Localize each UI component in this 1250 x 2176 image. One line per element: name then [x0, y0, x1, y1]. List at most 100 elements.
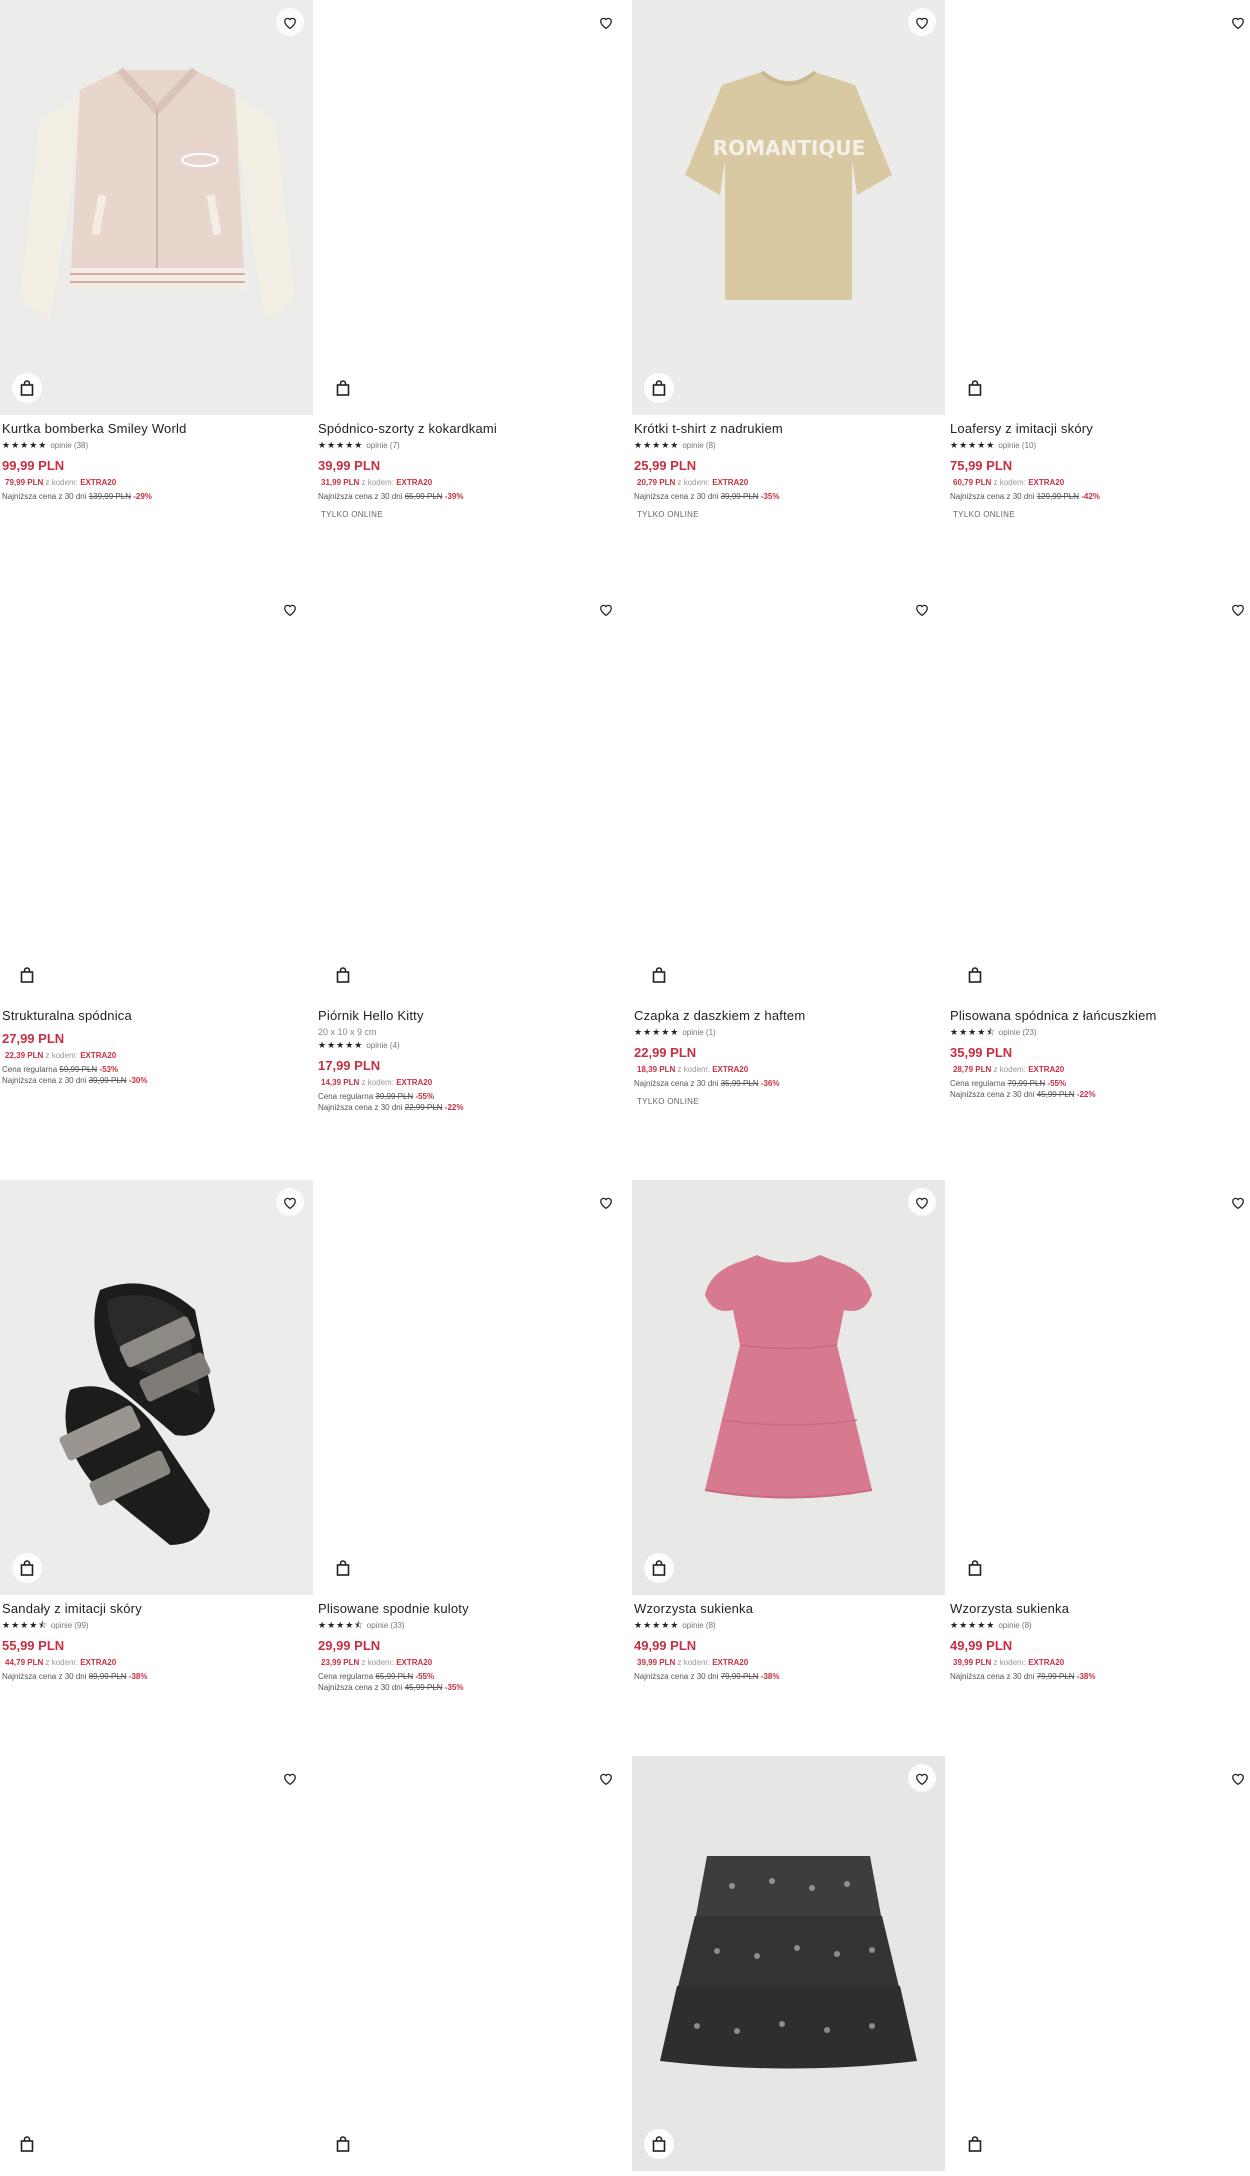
product-image[interactable] — [0, 587, 313, 1002]
svg-text:ROMANTIQUE: ROMANTIQUE — [713, 136, 866, 160]
shopping-bag-icon[interactable] — [328, 373, 358, 403]
heart-icon[interactable] — [592, 1764, 620, 1792]
product-image[interactable] — [948, 1180, 1250, 1595]
stars-icon: ★★★★⯪ — [950, 1026, 996, 1037]
product-name[interactable]: Plisowane spodnie kuloty — [318, 1601, 627, 1617]
product-name[interactable]: Krótki t-shirt z nadrukiem — [634, 421, 943, 437]
sandals-image — [0, 1180, 313, 1595]
lowest-price: Najniższa cena z 30 dni 22,99 PLN -22% — [318, 1103, 464, 1112]
product-name[interactable]: Piórnik Hello Kitty — [318, 1008, 627, 1024]
shopping-bag-icon[interactable] — [12, 960, 42, 990]
shopping-bag-icon[interactable] — [644, 1553, 674, 1583]
heart-icon[interactable] — [592, 1188, 620, 1216]
product-image[interactable] — [316, 587, 629, 1002]
shopping-bag-icon[interactable] — [328, 2129, 358, 2159]
product-image[interactable] — [948, 0, 1250, 415]
product-name[interactable]: Loafersy z imitacji skóry — [950, 421, 1250, 437]
product-card[interactable]: Strukturalna spódnica 27,99 PLN 22,39 PL… — [0, 587, 313, 1085]
lowest-price: Najniższa cena z 30 dni 45,99 PLN -35% — [318, 1683, 464, 1692]
shopping-bag-icon[interactable] — [12, 373, 42, 403]
review-count: opinie (23) — [998, 1028, 1037, 1037]
product-name[interactable]: Wzorzysta sukienka — [634, 1601, 943, 1617]
heart-icon[interactable] — [276, 1764, 304, 1792]
heart-icon[interactable] — [908, 1188, 936, 1216]
bomber-jacket-image — [0, 0, 313, 415]
shopping-bag-icon[interactable] — [328, 1553, 358, 1583]
stars-icon: ★★★★★ — [318, 1040, 364, 1050]
product-image[interactable] — [0, 1180, 313, 1595]
product-card[interactable] — [316, 1756, 629, 2171]
shopping-bag-icon[interactable] — [328, 960, 358, 990]
shopping-bag-icon[interactable] — [960, 2129, 990, 2159]
shopping-bag-icon[interactable] — [960, 1553, 990, 1583]
product-card[interactable]: Piórnik Hello Kitty 20 x 10 x 9 cm ★★★★★… — [316, 587, 629, 1112]
heart-icon[interactable] — [276, 8, 304, 36]
shopping-bag-icon[interactable] — [644, 2129, 674, 2159]
product-card[interactable]: Kurtka bomberka Smiley World ★★★★★ opinie… — [0, 0, 313, 501]
product-name[interactable]: Wzorzysta sukienka — [950, 1601, 1250, 1617]
heart-icon[interactable] — [276, 595, 304, 623]
shopping-bag-icon[interactable] — [644, 960, 674, 990]
review-count: opinie (38) — [50, 441, 89, 450]
heart-icon[interactable] — [908, 595, 936, 623]
product-image[interactable] — [632, 587, 945, 1002]
product-image[interactable] — [632, 1756, 945, 2171]
heart-icon[interactable] — [908, 1764, 936, 1792]
product-card[interactable]: Sandały z imitacji skóry ★★★★⯪ opinie (99… — [0, 1180, 313, 1681]
product-card[interactable]: Czapka z daszkiem z haftem ★★★★★ opinie (… — [632, 587, 945, 1106]
product-card[interactable]: Loafersy z imitacji skóry ★★★★★ opinie (1… — [948, 0, 1250, 519]
heart-icon[interactable] — [908, 8, 936, 36]
heart-icon[interactable] — [1224, 1188, 1250, 1216]
product-name[interactable]: Kurtka bomberka Smiley World — [2, 421, 311, 437]
product-image[interactable] — [316, 0, 629, 415]
product-name[interactable]: Strukturalna spódnica — [2, 1008, 311, 1024]
product-card[interactable]: Wzorzysta sukienka ★★★★★ opinie (8) 49,99… — [948, 1180, 1250, 1681]
price: 75,99 PLN — [950, 458, 1013, 473]
heart-icon[interactable] — [1224, 1764, 1250, 1792]
product-image[interactable] — [948, 1756, 1250, 2171]
product-card[interactable] — [632, 1756, 945, 2171]
product-image[interactable] — [0, 0, 313, 415]
stars-icon: ★★★★★ — [634, 1027, 680, 1037]
product-name[interactable]: Czapka z daszkiem z haftem — [634, 1008, 943, 1024]
heart-icon[interactable] — [1224, 595, 1250, 623]
heart-icon[interactable] — [592, 595, 620, 623]
product-image[interactable] — [316, 1756, 629, 2171]
lowest-price: Najniższa cena z 30 dni 45,99 PLN -22% — [950, 1090, 1096, 1099]
product-card[interactable]: Plisowana spódnica z łańcuszkiem ★★★★⯪ op… — [948, 587, 1250, 1099]
tshirt-image: ROMANTIQUE — [632, 0, 945, 415]
heart-icon[interactable] — [592, 8, 620, 36]
product-card[interactable] — [948, 1756, 1250, 2171]
shopping-bag-icon[interactable] — [644, 373, 674, 403]
stars-icon: ★★★★★ — [950, 440, 996, 450]
product-image[interactable] — [0, 1756, 313, 2171]
rating: ★★★★★ opinie (8) — [950, 1620, 1250, 1631]
product-image[interactable] — [632, 1180, 945, 1595]
product-image[interactable]: ROMANTIQUE — [632, 0, 945, 415]
review-count: opinie (8) — [682, 441, 716, 450]
product-card[interactable] — [0, 1756, 313, 2171]
shopping-bag-icon[interactable] — [960, 960, 990, 990]
stars-icon: ★★★★★ — [318, 440, 364, 450]
promo-price: 23,99 PLN z kodem: EXTRA20 — [321, 1658, 433, 1667]
product-card[interactable]: Spódnico-szorty z kokardkami ★★★★★ opinie… — [316, 0, 629, 519]
shopping-bag-icon[interactable] — [12, 1553, 42, 1583]
product-image[interactable] — [316, 1180, 629, 1595]
promo-price: 22,39 PLN z kodem: EXTRA20 — [5, 1051, 117, 1060]
product-name[interactable]: Spódnico-szorty z kokardkami — [318, 421, 627, 437]
product-name[interactable]: Sandały z imitacji skóry — [2, 1601, 311, 1617]
promo-price: 20,79 PLN z kodem: EXTRA20 — [637, 478, 749, 487]
regular-price: Cena regularna 59,99 PLN -53% — [2, 1065, 119, 1074]
price: 27,99 PLN — [2, 1031, 65, 1046]
product-card[interactable]: ROMANTIQUE Krótki t-shirt z nadrukiem ★★… — [632, 0, 945, 519]
rating: ★★★★★ opinie (8) — [634, 440, 943, 451]
heart-icon[interactable] — [1224, 8, 1250, 36]
shopping-bag-icon[interactable] — [12, 2129, 42, 2159]
stars-icon: ★★★★★ — [634, 440, 680, 450]
shopping-bag-icon[interactable] — [960, 373, 990, 403]
product-name[interactable]: Plisowana spódnica z łańcuszkiem — [950, 1008, 1250, 1024]
product-card[interactable]: Plisowane spodnie kuloty ★★★★⯪ opinie (33… — [316, 1180, 629, 1692]
product-card[interactable]: Wzorzysta sukienka ★★★★★ opinie (8) 49,99… — [632, 1180, 945, 1681]
product-image[interactable] — [948, 587, 1250, 1002]
heart-icon[interactable] — [276, 1188, 304, 1216]
